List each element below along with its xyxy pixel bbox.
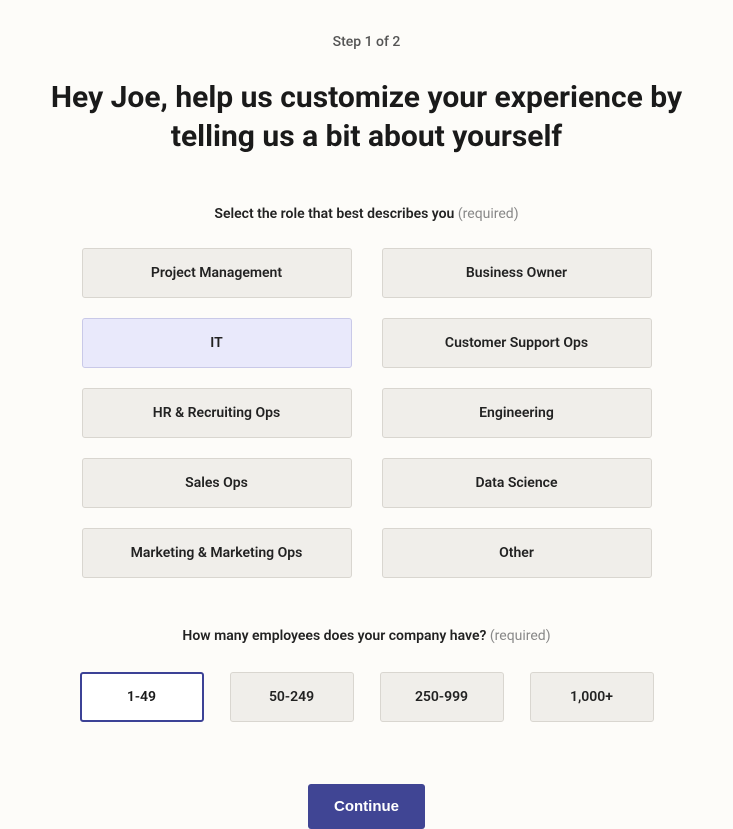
step-indicator: Step 1 of 2	[333, 34, 401, 50]
role-label-text: Select the role that best describes you	[214, 206, 454, 222]
role-required-text: (required)	[458, 206, 519, 222]
role-option[interactable]: Data Science	[382, 458, 652, 508]
employee-option[interactable]: 1-49	[80, 672, 204, 722]
employee-grid: 1-49 50-249 250-999 1,000+	[80, 672, 654, 722]
role-option[interactable]: HR & Recruiting Ops	[82, 388, 352, 438]
role-section: Select the role that best describes you …	[82, 206, 652, 578]
employee-section: How many employees does your company hav…	[80, 628, 654, 722]
role-option[interactable]: Customer Support Ops	[382, 318, 652, 368]
role-option[interactable]: Project Management	[82, 248, 352, 298]
continue-button[interactable]: Continue	[308, 784, 425, 829]
role-grid: Project Management Business Owner IT Custom…	[82, 248, 652, 578]
role-option[interactable]: Sales Ops	[82, 458, 352, 508]
role-section-label: Select the role that best describes you …	[214, 206, 518, 222]
employee-option[interactable]: 50-249	[230, 672, 354, 722]
role-option[interactable]: Engineering	[382, 388, 652, 438]
role-option[interactable]: Other	[382, 528, 652, 578]
role-option[interactable]: Marketing & Marketing Ops	[82, 528, 352, 578]
onboarding-form: Step 1 of 2 Hey Joe, help us customize y…	[0, 0, 733, 829]
employee-label-text: How many employees does your company hav…	[182, 628, 486, 644]
role-option[interactable]: Business Owner	[382, 248, 652, 298]
employee-section-label: How many employees does your company hav…	[182, 628, 550, 644]
role-option[interactable]: IT	[82, 318, 352, 368]
employee-option[interactable]: 250-999	[380, 672, 504, 722]
employee-option[interactable]: 1,000+	[530, 672, 654, 722]
employee-required-text: (required)	[490, 628, 551, 644]
page-title: Hey Joe, help us customize your experien…	[17, 78, 717, 156]
